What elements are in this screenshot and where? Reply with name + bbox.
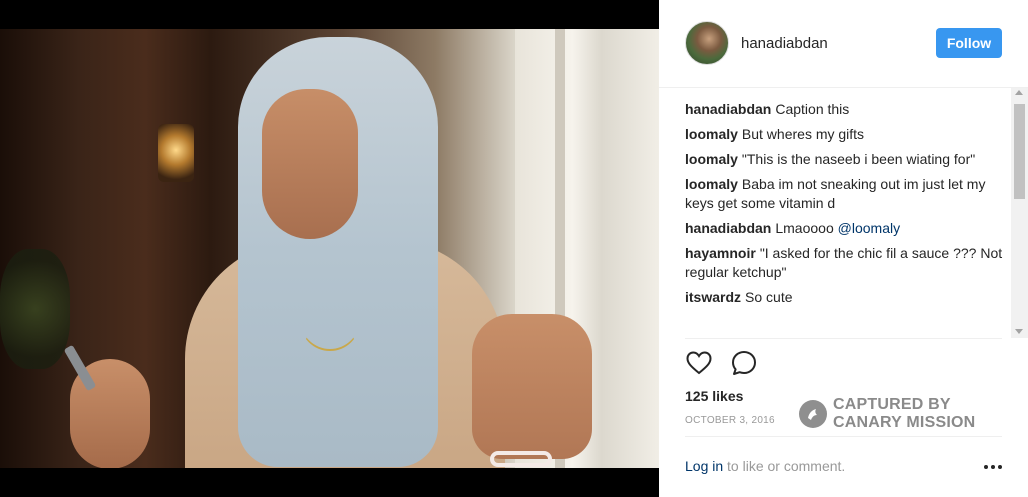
watermark: CAPTURED BY CANARY MISSION [799, 396, 999, 432]
scroll-thumb[interactable] [1014, 104, 1025, 199]
comment-text: But wheres my gifts [741, 126, 865, 142]
person-face [262, 89, 358, 239]
watermark-text: CAPTURED BY CANARY MISSION [833, 396, 975, 432]
comment-author[interactable]: loomaly [685, 151, 738, 167]
comment-item: loomaly But wheres my gifts [685, 125, 1005, 144]
login-prompt-text: to like or comment. [723, 458, 846, 474]
heart-icon[interactable] [685, 349, 713, 377]
comment-text: "This is the naseeb i been wiating for" [741, 151, 976, 167]
bracelet [490, 451, 552, 467]
comment-item: loomaly Baba im not sneaking out im just … [685, 175, 1005, 213]
more-options-icon[interactable] [984, 465, 1002, 471]
comment-mention[interactable]: @loomaly [838, 220, 900, 236]
login-link[interactable]: Log in [685, 458, 723, 474]
comment-item: hanadiabdan Lmaoooo @loomaly [685, 219, 1005, 238]
scroll-up-arrow-icon[interactable] [1015, 90, 1023, 95]
login-prompt: Log in to like or comment. [685, 458, 845, 474]
post-sidebar: hanadiabdan Follow hanadiabdan Caption th… [659, 0, 1028, 497]
post-date: OCTOBER 3, 2016 [685, 415, 775, 426]
watermark-line-1: CAPTURED BY [833, 396, 951, 413]
comment-text: So cute [745, 289, 793, 305]
divider [685, 338, 1002, 339]
watermark-line-2: CANARY MISSION [833, 414, 976, 431]
plant-background [0, 249, 70, 369]
header-username[interactable]: hanadiabdan [741, 35, 828, 52]
follow-button[interactable]: Follow [936, 28, 1002, 58]
comment-author[interactable]: hayamnoir [685, 245, 756, 261]
comment-item: loomaly "This is the naseeb i been wiatin… [685, 150, 1005, 169]
wall-lamp [158, 124, 194, 182]
comment-text: Caption this [775, 101, 850, 117]
comment-item: hanadiabdan Caption this [685, 100, 1005, 119]
canary-mission-logo [799, 400, 827, 428]
photo-image [0, 29, 659, 468]
comment-author[interactable]: hanadiabdan [685, 101, 771, 117]
comment-author[interactable]: itswardz [685, 289, 741, 305]
comment-author[interactable]: hanadiabdan [685, 220, 771, 236]
scroll-down-arrow-icon[interactable] [1015, 329, 1023, 334]
comment-item: hayamnoir "I asked for the chic fil a sau… [685, 244, 1005, 282]
necklace [300, 291, 360, 351]
comment-author[interactable]: loomaly [685, 126, 738, 142]
comment-item: itswardz So cute [685, 288, 1005, 307]
comment-list: hanadiabdan Caption this loomaly But wheres… [685, 100, 1005, 336]
comments-scrollbar[interactable] [1011, 88, 1028, 338]
divider [685, 436, 1002, 437]
post-header: hanadiabdan Follow [659, 0, 1028, 88]
comment-bubble-icon[interactable] [730, 349, 758, 377]
avatar[interactable] [685, 21, 729, 65]
like-count[interactable]: 125 likes [685, 388, 743, 404]
post-photo [0, 0, 659, 497]
comment-author[interactable]: loomaly [685, 176, 738, 192]
comment-text: Lmaoooo [775, 220, 838, 236]
right-hand [472, 314, 592, 459]
